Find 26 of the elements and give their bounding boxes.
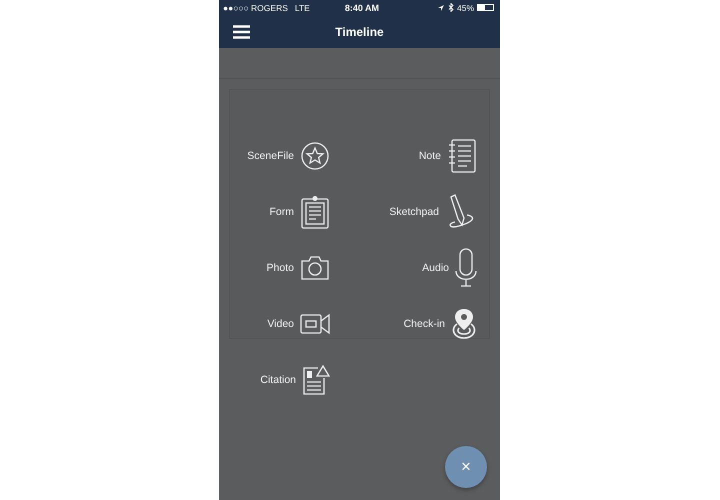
close-button[interactable]: × — [445, 446, 487, 488]
action-menu-item[interactable]: SceneFile — [219, 128, 330, 184]
bluetooth-icon — [448, 3, 454, 12]
microphone-icon — [455, 248, 477, 288]
action-menu-item[interactable]: Photo — [219, 240, 330, 296]
action-menu-item[interactable]: Audio — [330, 240, 477, 296]
action-menu-item[interactable]: Form — [219, 184, 330, 240]
location-pin-icon — [451, 308, 477, 340]
action-menu-item[interactable]: Note — [330, 128, 477, 184]
clipboard-icon — [300, 195, 330, 229]
camera-icon — [300, 255, 330, 281]
clock-text: 8:40 AM — [344, 2, 380, 12]
battery-percent-text: 45% — [456, 2, 474, 12]
action-menu-item[interactable]: Check-in — [330, 296, 477, 352]
action-menu-item[interactable]: Citation — [219, 352, 330, 408]
battery-icon — [477, 4, 494, 11]
location-arrow-icon — [436, 4, 445, 12]
carrier-text: ●●○○○ ROGERS — [223, 2, 288, 12]
notebook-icon — [447, 139, 477, 173]
action-menu-item[interactable]: Sketchpad — [330, 184, 477, 240]
menu-icon[interactable] — [233, 24, 250, 38]
action-menu-item[interactable]: Video — [219, 296, 330, 352]
screen-title: Timeline — [335, 24, 385, 38]
citation-document-icon — [302, 365, 330, 395]
network-text: LTE — [294, 2, 310, 12]
video-camera-icon — [300, 313, 330, 335]
